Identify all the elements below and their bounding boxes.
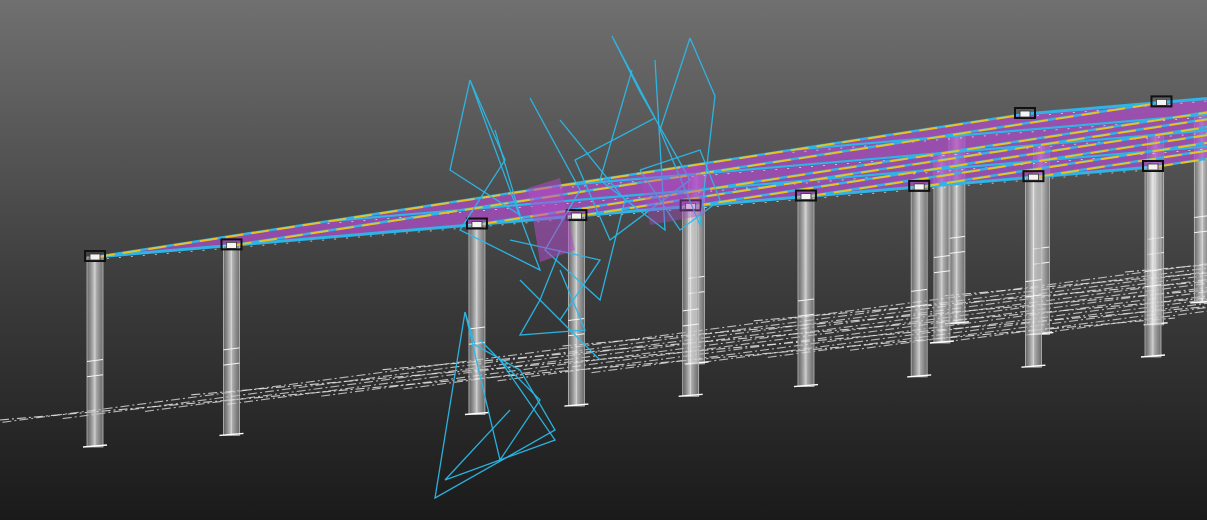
column-cap-inner	[1019, 110, 1031, 118]
column-front	[464, 224, 489, 416]
column-cap-inner	[800, 193, 812, 200]
column-cap-inner	[1156, 98, 1167, 106]
column-cap-inner	[570, 212, 582, 220]
column-cap-inner	[1147, 163, 1159, 171]
column-cap-inner	[1028, 173, 1039, 181]
column-front	[219, 244, 244, 437]
model-viewport[interactable]	[0, 0, 1207, 520]
column-cap-inner	[89, 253, 101, 261]
structural-model-3d[interactable]	[0, 0, 1207, 520]
column-cap-inner	[913, 183, 925, 191]
column-cap-inner	[471, 221, 483, 228]
column-cap-inner	[226, 241, 237, 249]
deformed-slab-patch	[640, 165, 705, 225]
